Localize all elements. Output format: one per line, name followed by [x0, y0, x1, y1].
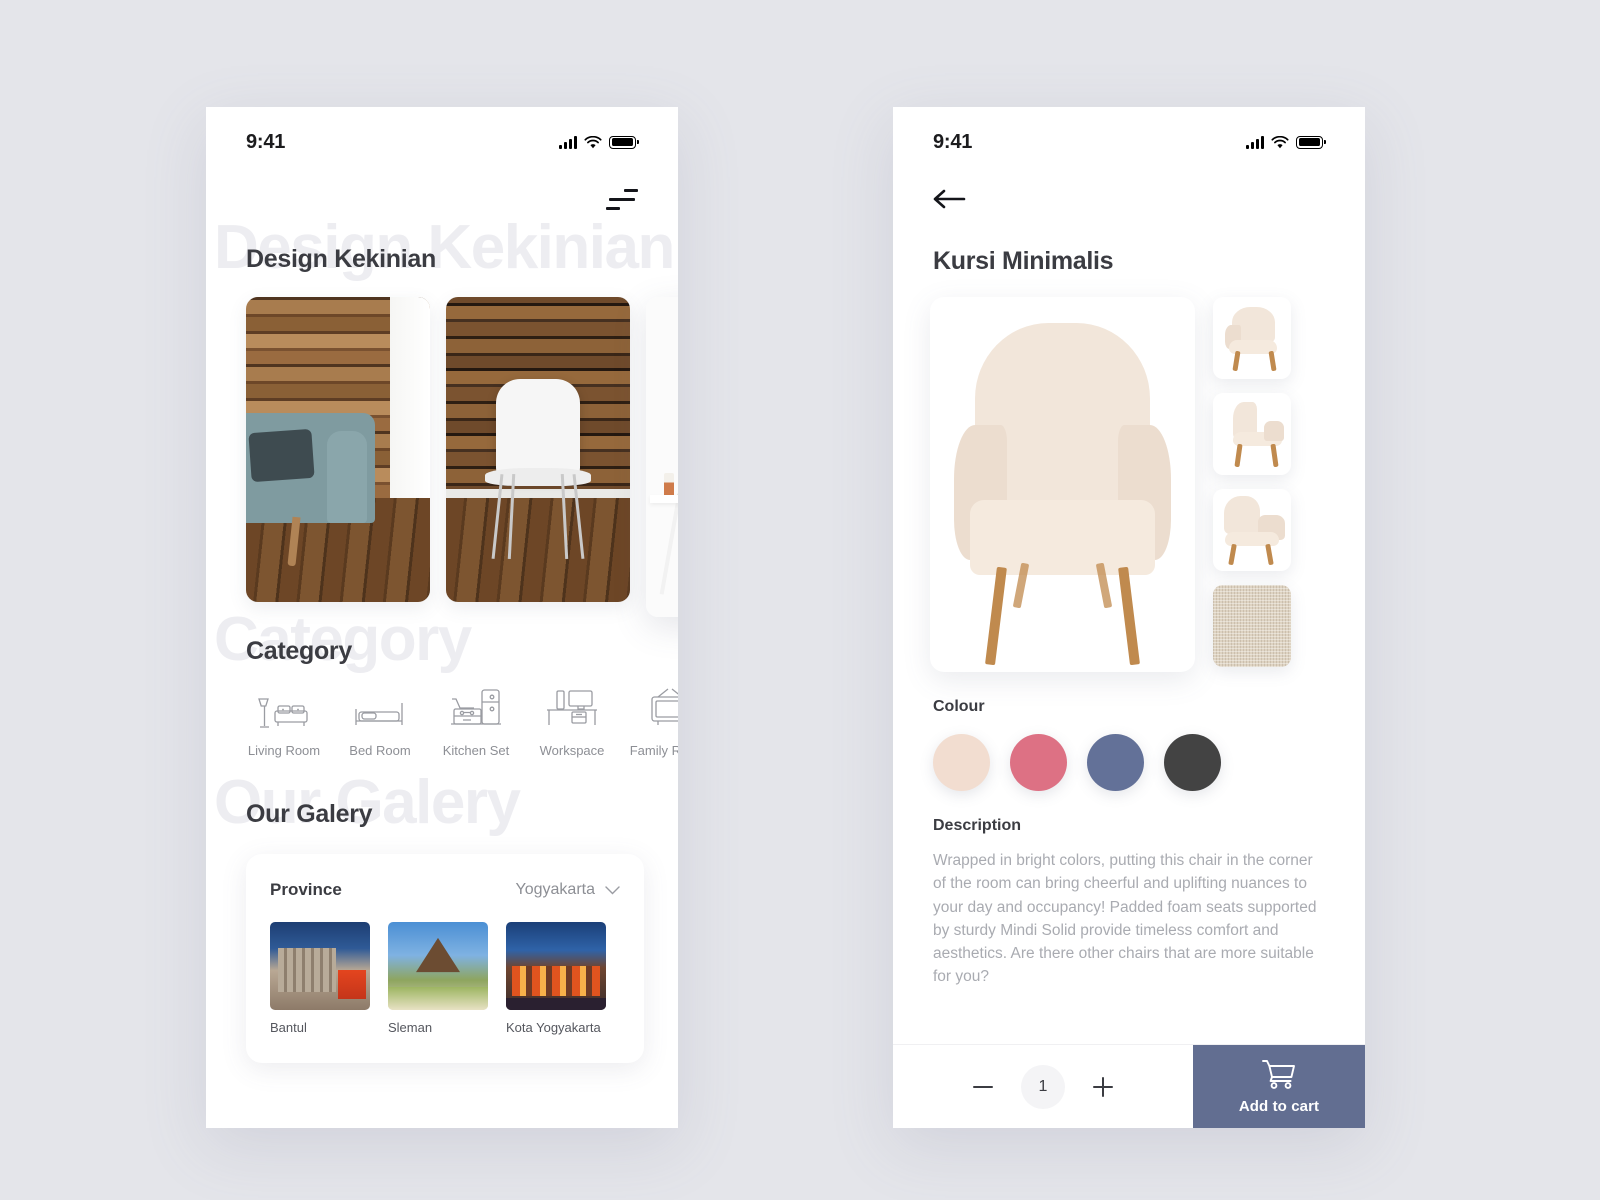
phone-screen-home: 9:41 Design Kekinian Design Kekinian Cat… [206, 107, 678, 1128]
featured-section-header: Design Kekinian Design Kekinian [206, 217, 678, 289]
colour-swatch-row [933, 734, 1325, 791]
gallery-item-label: Kota Yogyakarta [506, 1020, 601, 1035]
category-title: Category [246, 637, 352, 665]
category-item-workspace[interactable]: Workspace [524, 685, 620, 758]
status-bar: 9:41 [893, 107, 1365, 169]
detail-navbar [893, 169, 1365, 229]
status-indicators [559, 128, 639, 149]
add-to-cart-label: Add to cart [1238, 1098, 1320, 1115]
description-label: Description [933, 817, 1022, 834]
province-row: Province Yogyakarta [270, 880, 620, 900]
sofa-lamp-icon [254, 685, 314, 731]
product-thumbnail-3[interactable] [1213, 489, 1291, 571]
quantity-decrease-button[interactable] [971, 1075, 995, 1099]
category-label: Workspace [539, 743, 605, 758]
add-to-cart-button[interactable]: Add to cart [1193, 1045, 1365, 1128]
description-section: Description Wrapped in bright colors, pu… [893, 791, 1365, 989]
status-indicators [1246, 128, 1326, 149]
gallery-section-header: Our Galery Our Galery [206, 772, 678, 844]
product-thumbnail-1[interactable] [1213, 297, 1291, 379]
product-thumbnail-column [1213, 297, 1291, 672]
phone-screen-detail: 9:41 Kursi Minimalis Colour Description … [893, 107, 1365, 1128]
product-main-image[interactable] [930, 297, 1195, 672]
television-icon [638, 685, 678, 731]
colour-swatch-charcoal[interactable] [1164, 734, 1221, 791]
province-dropdown[interactable]: Yogyakarta [516, 881, 620, 899]
category-row: Living Room Bed Room Kitchen Set Workspa… [206, 685, 678, 758]
colour-section: Colour [893, 672, 1365, 791]
fabric-texture [1213, 585, 1291, 667]
gallery-item-label: Bantul [270, 1020, 307, 1035]
quantity-increase-button[interactable] [1091, 1075, 1115, 1099]
white-chair-image [446, 297, 630, 602]
bed-icon [350, 685, 410, 731]
signal-bars-icon [1246, 135, 1264, 149]
shopping-cart-icon [1262, 1060, 1295, 1089]
category-item-bed-room[interactable]: Bed Room [332, 685, 428, 758]
workspace-image [646, 297, 678, 617]
category-label: Kitchen Set [442, 743, 510, 758]
gallery-card: Province Yogyakarta Bantul Sleman Kota Y… [246, 854, 644, 1063]
category-item-kitchen-set[interactable]: Kitchen Set [428, 685, 524, 758]
province-label: Province [270, 880, 342, 899]
battery-icon [1296, 135, 1326, 149]
category-label: Bed Room [349, 743, 411, 758]
category-item-living-room[interactable]: Living Room [236, 685, 332, 758]
kitchen-fridge-icon [446, 685, 506, 731]
category-label: Living Room [247, 743, 321, 758]
status-time: 9:41 [933, 130, 973, 153]
arrow-left-icon[interactable] [933, 188, 967, 210]
category-section-header: Category Category [206, 609, 678, 681]
hamburger-menu-icon[interactable] [606, 187, 638, 211]
province-value: Yogyakarta [515, 881, 595, 898]
featured-card-chair[interactable] [446, 297, 630, 602]
colour-swatch-cream[interactable] [933, 734, 990, 791]
gallery-thumbnail [270, 922, 370, 1010]
chevron-down-icon [605, 885, 620, 894]
category-label: Family Room [629, 743, 678, 758]
description-text: Wrapped in bright colors, putting this c… [933, 852, 1317, 986]
gallery-item-bantul[interactable]: Bantul [270, 922, 370, 1035]
gallery-thumbnail [506, 922, 606, 1010]
product-image-area [893, 293, 1365, 672]
gallery-thumbnail [388, 922, 488, 1010]
colour-swatch-slate-blue[interactable] [1087, 734, 1144, 791]
gallery-title: Our Galery [246, 800, 373, 828]
signal-bars-icon [559, 135, 577, 149]
colour-label: Colour [933, 698, 985, 715]
featured-card-sofa[interactable] [246, 297, 430, 602]
product-title: Kursi Minimalis [933, 247, 1114, 275]
quantity-stepper: 1 [893, 1045, 1193, 1128]
wifi-icon [1271, 135, 1289, 149]
featured-card-row [206, 289, 678, 617]
bottom-action-bar: 1 Add to cart [893, 1044, 1365, 1128]
featured-title: Design Kekinian [246, 245, 436, 273]
desk-monitor-icon [542, 685, 602, 731]
product-thumbnail-2[interactable] [1213, 393, 1291, 475]
gallery-thumb-row: Bantul Sleman Kota Yogyakarta [270, 922, 620, 1035]
status-bar: 9:41 [206, 107, 678, 169]
colour-swatch-rose[interactable] [1010, 734, 1067, 791]
wifi-icon [584, 135, 602, 149]
gallery-item-label: Sleman [388, 1020, 433, 1035]
battery-icon [609, 135, 639, 149]
product-thumbnail-fabric-swatch[interactable] [1213, 585, 1291, 667]
sofa-image [246, 297, 430, 602]
quantity-value: 1 [1021, 1064, 1065, 1109]
featured-card-workspace[interactable] [646, 297, 678, 617]
gallery-item-kota-yogyakarta[interactable]: Kota Yogyakarta [506, 922, 606, 1035]
status-time: 9:41 [246, 130, 286, 153]
gallery-item-sleman[interactable]: Sleman [388, 922, 488, 1035]
category-item-family-room[interactable]: Family Room [620, 685, 678, 758]
